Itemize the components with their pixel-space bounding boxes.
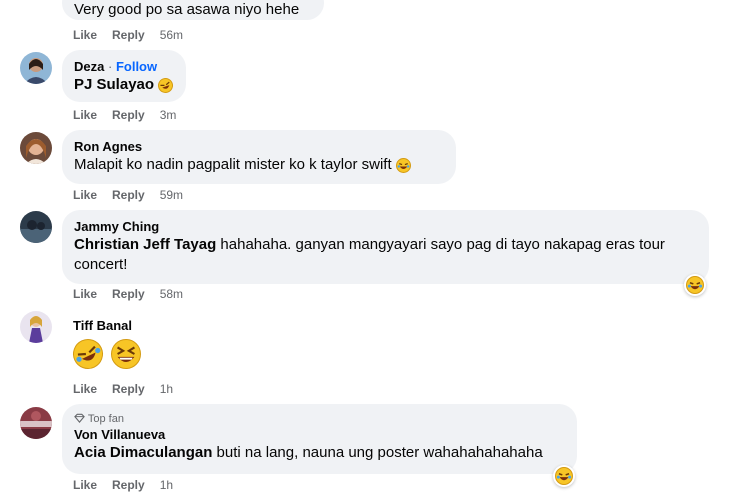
avatar[interactable]: [20, 311, 52, 343]
badge-label: Top fan: [87, 413, 124, 425]
comment-time: 56m: [159, 28, 184, 42]
top-fan-diamond-icon: [74, 413, 85, 423]
reply-button[interactable]: Reply: [112, 286, 145, 302]
comment-time: 58m: [159, 287, 184, 301]
reply-button[interactable]: Reply: [112, 27, 145, 43]
avatar[interactable]: [20, 132, 52, 164]
like-button[interactable]: Like: [73, 381, 97, 397]
comment-bubble: Ron Agnes Malapit ko nadin pagpalit mist…: [62, 130, 456, 184]
comment-actions: Like Reply 59m: [73, 187, 183, 203]
comment-body: Acia Dimaculangan buti na lang, nauna un…: [74, 444, 543, 461]
comment-actions: Like Reply 1h: [73, 381, 173, 397]
emoji-comment: [68, 334, 142, 374]
like-button[interactable]: Like: [73, 107, 97, 123]
comment-bubble: Jammy Ching Christian Jeff Tayag hahahah…: [62, 210, 709, 284]
comment-bubble: Deza · Follow PJ Sulayao: [62, 50, 186, 102]
comment-text: Very good po sa asawa niyo hehe: [74, 1, 300, 18]
reply-button[interactable]: Reply: [112, 381, 145, 397]
comment-author-line: Deza · Follow: [74, 58, 174, 75]
comment-body: PJ Sulayao: [74, 75, 176, 95]
avatar[interactable]: [20, 52, 52, 84]
like-button[interactable]: Like: [73, 187, 97, 203]
mention-link[interactable]: Christian Jeff Tayag: [74, 236, 216, 253]
comment-body: Christian Jeff Tayag hahahaha. ganyan ma…: [74, 236, 665, 273]
laughing-emoji-icon: [395, 157, 411, 173]
comment-time: 1h: [159, 382, 174, 396]
avatar[interactable]: [20, 211, 52, 243]
rofl-emoji-icon: [156, 75, 176, 95]
comment-time: 1h: [159, 478, 174, 492]
like-button[interactable]: Like: [73, 477, 97, 493]
comment-author[interactable]: Jammy Ching: [74, 218, 697, 235]
follow-button[interactable]: Follow: [116, 59, 157, 74]
like-button[interactable]: Like: [73, 286, 97, 302]
comment-actions: Like Reply 56m: [73, 27, 183, 43]
comment-bubble: Top fan Von Villanueva Acia Dimaculangan…: [62, 404, 577, 474]
comment-author[interactable]: Deza: [74, 59, 104, 74]
reply-button[interactable]: Reply: [112, 477, 145, 493]
comment-author[interactable]: Ron Agnes: [74, 138, 444, 155]
laughing-emoji-icon: [686, 276, 704, 294]
comment-author[interactable]: Von Villanueva: [74, 426, 565, 443]
reaction-badge[interactable]: [553, 465, 575, 487]
mention-link[interactable]: PJ Sulayao: [74, 76, 154, 93]
reply-button[interactable]: Reply: [112, 107, 145, 123]
laughing-emoji-icon: [555, 467, 573, 485]
comment-time: 3m: [159, 108, 177, 122]
comment-text: Malapit ko nadin pagpalit mister ko k ta…: [74, 156, 392, 173]
grinning-squint-emoji-icon: [111, 339, 142, 369]
reaction-badge[interactable]: [684, 274, 706, 296]
comment-time: 59m: [159, 188, 184, 202]
comment-body: Malapit ko nadin pagpalit mister ko k ta…: [74, 156, 411, 173]
comment-actions: Like Reply 1h: [73, 477, 173, 493]
mention-link[interactable]: Acia Dimaculangan: [74, 444, 212, 461]
separator-dot: ·: [107, 59, 113, 74]
comment-actions: Like Reply 3m: [73, 107, 176, 123]
comment-bubble: Very good po sa asawa niyo hehe: [62, 0, 324, 20]
rofl-emoji-icon: [68, 334, 108, 374]
like-button[interactable]: Like: [73, 27, 97, 43]
avatar[interactable]: [20, 407, 52, 439]
top-fan-badge: Top fan: [74, 412, 565, 426]
comment-author[interactable]: Tiff Banal: [73, 317, 132, 334]
comment-text: buti na lang, nauna ung poster wahahahah…: [212, 444, 543, 461]
reply-button[interactable]: Reply: [112, 187, 145, 203]
comment-actions: Like Reply 58m: [73, 286, 183, 302]
